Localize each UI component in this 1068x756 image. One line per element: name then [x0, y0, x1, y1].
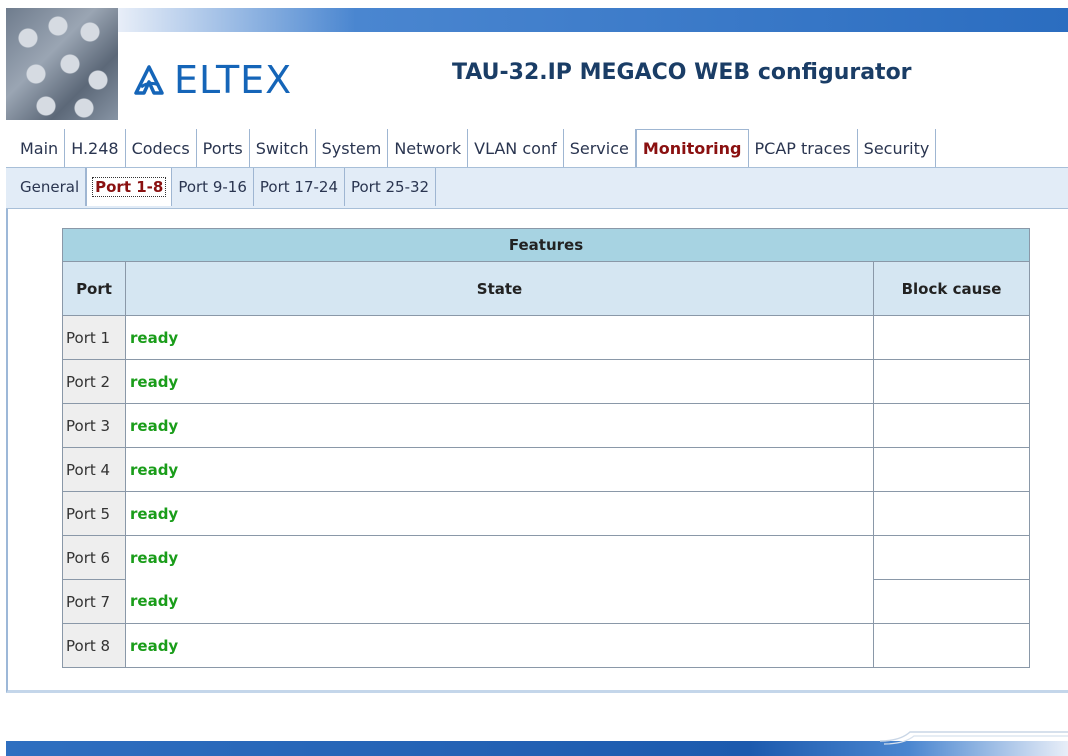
- block-cause-cell: [873, 579, 1030, 624]
- subtab-port-17-24[interactable]: Port 17-24: [254, 168, 345, 206]
- tab-pcap-traces[interactable]: PCAP traces: [749, 129, 858, 167]
- block-cause-cell: [873, 535, 1030, 580]
- table-row: Port 3 ready: [62, 403, 1030, 448]
- header-body: ELTEX TAU-32.IP MEGACO WEB configurator: [118, 32, 1068, 120]
- block-cause-cell: [873, 403, 1030, 448]
- tab-service[interactable]: Service: [564, 129, 636, 167]
- main-tabs: Main H.248 Codecs Ports Switch System Ne…: [14, 129, 1054, 167]
- sub-tabs: General Port 1-8 Port 9-16 Port 17-24 Po…: [14, 168, 437, 206]
- table-row: Port 7 ready: [62, 579, 1030, 624]
- table-row: Port 6 ready: [62, 535, 1030, 580]
- state-cell: ready: [125, 491, 874, 536]
- tab-vlan-conf[interactable]: VLAN conf: [468, 129, 564, 167]
- state-cell: ready: [125, 447, 874, 492]
- subtab-port-9-16[interactable]: Port 9-16: [172, 168, 254, 206]
- port-cell: Port 7: [62, 579, 126, 624]
- tab-system[interactable]: System: [316, 129, 389, 167]
- table-header-row: Port State Block cause: [62, 261, 1030, 316]
- column-header-state: State: [125, 261, 874, 316]
- port-cell: Port 5: [62, 491, 126, 536]
- state-cell: ready: [125, 403, 874, 448]
- state-cell: ready: [125, 535, 874, 580]
- block-cause-cell: [873, 315, 1030, 360]
- subtab-port-25-32[interactable]: Port 25-32: [345, 168, 437, 206]
- port-cell: Port 3: [62, 403, 126, 448]
- block-cause-cell: [873, 447, 1030, 492]
- footer-decoration: [880, 731, 1068, 745]
- content-panel: Features Port State Block cause Port 1 r…: [6, 209, 1068, 693]
- subtab-port-1-8-label: Port 1-8: [92, 177, 167, 197]
- block-cause-cell: [873, 491, 1030, 536]
- column-header-port: Port: [62, 261, 126, 316]
- table-caption: Features: [62, 228, 1030, 262]
- state-cell: ready: [125, 623, 874, 668]
- table-row: Port 2 ready: [62, 359, 1030, 404]
- port-cell: Port 2: [62, 359, 126, 404]
- tab-h248[interactable]: H.248: [65, 129, 126, 167]
- state-cell: ready: [125, 579, 874, 624]
- tab-ports[interactable]: Ports: [197, 129, 250, 167]
- tab-security[interactable]: Security: [858, 129, 937, 167]
- tab-switch[interactable]: Switch: [250, 129, 316, 167]
- tab-monitoring[interactable]: Monitoring: [635, 129, 749, 167]
- eltex-logo: ELTEX: [132, 58, 292, 102]
- header-banner: ELTEX TAU-32.IP MEGACO WEB configurator: [6, 8, 1068, 120]
- tab-codecs[interactable]: Codecs: [126, 129, 197, 167]
- app-title: TAU-32.IP MEGACO WEB configurator: [452, 60, 912, 85]
- block-cause-cell: [873, 623, 1030, 668]
- tab-main[interactable]: Main: [14, 129, 66, 167]
- eltex-logo-icon: [134, 65, 164, 95]
- state-cell: ready: [125, 359, 874, 404]
- table-row: Port 1 ready: [62, 315, 1030, 360]
- tab-network[interactable]: Network: [388, 129, 469, 167]
- subtab-general[interactable]: General: [14, 168, 87, 206]
- column-header-block-cause: Block cause: [873, 261, 1030, 316]
- port-cell: Port 4: [62, 447, 126, 492]
- header-photo-keypad: [6, 8, 118, 120]
- port-cell: Port 6: [62, 535, 126, 580]
- block-cause-cell: [873, 359, 1030, 404]
- table-row: Port 5 ready: [62, 491, 1030, 536]
- features-table: Features Port State Block cause Port 1 r…: [62, 228, 1030, 668]
- table-row: Port 4 ready: [62, 447, 1030, 492]
- header-gradient-bar: [118, 8, 1068, 32]
- subtab-port-1-8[interactable]: Port 1-8: [86, 168, 173, 206]
- logo-text: ELTEX: [174, 58, 293, 102]
- port-cell: Port 8: [62, 623, 126, 668]
- port-cell: Port 1: [62, 315, 126, 360]
- table-row: Port 8 ready: [62, 623, 1030, 668]
- state-cell: ready: [125, 315, 874, 360]
- sub-tabs-bar: General Port 1-8 Port 9-16 Port 17-24 Po…: [6, 167, 1068, 209]
